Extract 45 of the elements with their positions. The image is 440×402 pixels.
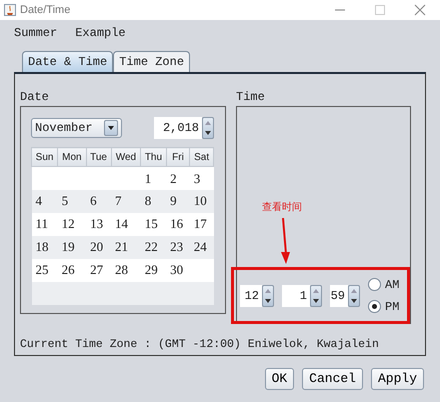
radio-button[interactable] [368,300,381,313]
weekday-header: Thu [140,148,166,166]
day-cell[interactable]: 8 [144,193,152,208]
spin-arrows-icon[interactable] [310,284,322,306]
weekday-header: Wed [111,148,141,166]
time-spinner[interactable]: 12 [240,284,262,306]
day-cell[interactable]: 6 [90,193,97,208]
tab[interactable]: Date & Time [22,51,114,72]
day-cell[interactable]: 9 [170,193,177,208]
radio-label: AM [385,276,400,294]
dialog-button[interactable]: OK [264,368,294,390]
arrow-icon [279,218,291,264]
spin-arrows-icon[interactable] [202,117,214,139]
close-icon[interactable] [414,4,426,16]
day-cell[interactable]: 5 [62,193,68,208]
group-label: Time [236,89,266,106]
app-icon [4,4,16,16]
dialog-button[interactable]: Cancel [302,368,363,390]
spin-arrows-icon[interactable] [262,284,274,306]
time-spinner[interactable]: 1 [282,284,310,306]
current-zone-text: Current Time Zone : (GMT -12:00) Eniwelok, Kwajalein [20,337,379,353]
group-label: Date [20,89,50,106]
day-cell[interactable]: 7 [115,193,122,208]
month-dropdown[interactable]: November [31,118,122,138]
annotation-label: 查看时间 [262,200,302,215]
weekday-header: Fri [166,148,190,166]
caret-icon [104,120,118,136]
radio-button[interactable] [368,278,381,291]
dialog-button[interactable]: Apply [370,368,424,390]
weekday-header: Sat [190,148,214,166]
spin-arrows-icon[interactable] [348,284,360,306]
menu-item[interactable]: Summer [14,24,58,48]
tab[interactable]: Time Zone [113,51,190,72]
day-cell[interactable]: 2 [170,170,177,186]
window-title: Date/Time [20,2,72,18]
radio-label: PM [385,298,400,316]
day-cell[interactable]: 1 [144,170,152,186]
weekday-header: Mon [58,148,86,166]
menu-item[interactable]: Example [75,24,126,48]
weekday-header: Tue [86,148,111,166]
weekday-header: Sun [32,148,58,166]
day-cell[interactable]: 4 [36,193,42,208]
time-spinner[interactable]: 59 [330,284,348,306]
year-spinner[interactable]: 2,018 [154,117,202,139]
day-cell[interactable]: 3 [194,170,200,186]
